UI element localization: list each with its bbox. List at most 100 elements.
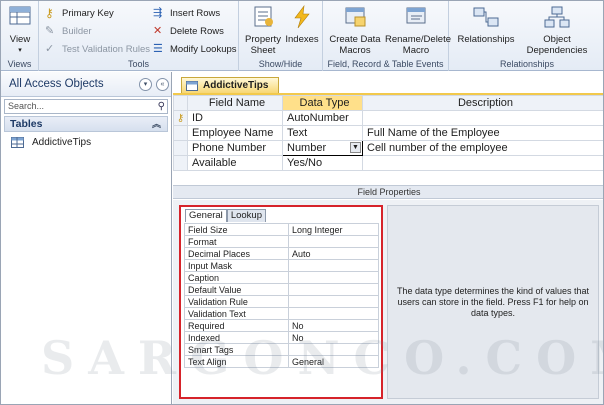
row-selector[interactable] — [173, 140, 188, 156]
description-cell[interactable] — [362, 110, 603, 126]
table-row[interactable]: Employee Name Text Full Name of the Empl… — [173, 125, 603, 141]
table-row[interactable]: Input Mask — [184, 259, 379, 272]
create-data-macros-button[interactable]: Create Data Macros — [327, 5, 383, 56]
modify-lookups-button[interactable]: ☰ Modify Lookups — [153, 41, 237, 57]
view-button[interactable]: View ▾ — [4, 5, 36, 56]
property-value[interactable] — [288, 259, 379, 272]
data-type-cell[interactable]: Yes/No — [282, 155, 363, 171]
tab-general[interactable]: General — [185, 209, 227, 222]
access-window: View ▾ Views ⚷ Primary Key ✎ Builder ✓ Test… — [0, 0, 604, 405]
nav-menu-chevron-icon[interactable]: ▾ — [139, 78, 152, 91]
collapse-section-icon[interactable]: ︽ — [152, 117, 161, 131]
tab-lookup[interactable]: Lookup — [226, 209, 266, 222]
relationships-group-label: Relationships — [499, 59, 555, 69]
property-label: Default Value — [184, 283, 289, 296]
row-selector[interactable] — [173, 125, 188, 141]
relationships-icon — [473, 7, 499, 27]
relationships-button[interactable]: Relationships — [455, 5, 517, 45]
data-type-cell[interactable]: AutoNumber — [282, 110, 363, 126]
select-all-cell[interactable] — [173, 95, 188, 111]
ribbon: View ▾ Views ⚷ Primary Key ✎ Builder ✓ Test… — [1, 1, 603, 71]
rename-delete-macro-button[interactable]: Rename/Delete Macro — [385, 5, 451, 56]
indexes-button[interactable]: Indexes — [285, 4, 319, 45]
property-label: Caption — [184, 271, 289, 284]
property-value[interactable] — [288, 271, 379, 284]
table-row[interactable]: Validation Text — [184, 307, 379, 320]
row-selector[interactable] — [173, 155, 188, 171]
views-group-label: Views — [7, 59, 32, 69]
table-row[interactable]: Validation Rule — [184, 295, 379, 308]
delete-rows-icon: ✕ — [153, 24, 163, 37]
object-dependencies-button[interactable]: Object Dependencies — [523, 5, 591, 56]
nav-title: All Access Objects — [9, 78, 104, 90]
property-value[interactable]: Long Integer — [288, 223, 379, 236]
field-name-cell[interactable]: Phone Number — [187, 140, 283, 156]
property-label: Validation Rule — [184, 295, 289, 308]
field-name-cell[interactable]: Available — [187, 155, 283, 171]
nav-header[interactable]: All Access Objects ▾ « — [1, 72, 171, 97]
table-row[interactable]: Decimal Places Auto — [184, 247, 379, 260]
insert-rows-button[interactable]: ⇶ Insert Rows — [153, 5, 220, 21]
field-grid: Field Name Data Type Description ⚷ ID Au… — [173, 95, 603, 171]
field-properties-title: Field Properties — [173, 185, 603, 199]
table-row[interactable]: ⚷ ID AutoNumber — [173, 110, 603, 126]
column-header-data-type: Data Type — [282, 95, 363, 111]
data-type-cell[interactable]: Text — [282, 125, 363, 141]
field-events-group: Create Data Macros Rename/Delete Macro F… — [323, 1, 451, 71]
table-row[interactable]: Phone Number Number ▼ Cell number of the … — [173, 140, 603, 156]
insert-rows-icon: ⇶ — [153, 6, 163, 19]
lightning-icon — [294, 4, 310, 29]
table-row[interactable]: Default Value — [184, 283, 379, 296]
table-row[interactable]: Caption — [184, 271, 379, 284]
table-row[interactable]: Available Yes/No — [173, 155, 603, 171]
field-events-group-label: Field, Record & Table Events — [327, 59, 444, 69]
property-value[interactable] — [288, 307, 379, 320]
delete-rows-button[interactable]: ✕ Delete Rows — [153, 23, 224, 39]
property-label: Decimal Places — [184, 247, 289, 260]
description-cell[interactable]: Full Name of the Employee — [362, 125, 603, 141]
tab-addictivetips[interactable]: AddictiveTips — [181, 77, 279, 93]
table-icon — [11, 136, 24, 148]
show-hide-group-label: Show/Hide — [258, 59, 303, 69]
table-row[interactable]: Field Size Long Integer — [184, 223, 379, 236]
primary-key-button[interactable]: ⚷ Primary Key — [45, 5, 114, 21]
test-validation-button[interactable]: ✓ Test Validation Rules — [45, 41, 150, 57]
field-properties-tabs: General Lookup — [185, 209, 266, 222]
nav-collapse-icon[interactable]: « — [156, 78, 169, 91]
search-icon[interactable]: ⚲ — [158, 100, 165, 113]
property-label: Format — [184, 235, 289, 248]
column-header-description: Description — [362, 95, 603, 111]
key-icon: ⚷ — [45, 5, 54, 20]
builder-button[interactable]: ✎ Builder — [45, 23, 92, 39]
rename-macro-icon — [406, 7, 426, 24]
property-value[interactable] — [288, 283, 379, 296]
property-value[interactable] — [288, 295, 379, 308]
property-label: Input Mask — [184, 259, 289, 272]
table-row[interactable]: Format — [184, 235, 379, 248]
field-name-cell[interactable]: Employee Name — [187, 125, 283, 141]
dropdown-arrow-icon[interactable]: ▼ — [350, 142, 361, 153]
tools-group: ⚷ Primary Key ✎ Builder ✓ Test Validation R… — [39, 1, 239, 71]
macro-icon — [345, 7, 366, 27]
tables-section-header[interactable]: Tables ︽ — [4, 116, 168, 132]
table-icon — [186, 80, 198, 91]
data-type-dropdown[interactable]: Number ▼ — [282, 140, 363, 156]
search-input[interactable]: Search... ⚲ — [4, 99, 168, 114]
chevron-down-icon: ▾ — [18, 47, 22, 54]
field-name-cell[interactable]: ID — [187, 110, 283, 126]
description-cell[interactable]: Cell number of the employee — [362, 140, 603, 156]
object-dependencies-icon — [544, 6, 570, 28]
property-sheet-icon — [254, 6, 273, 27]
datasheet-view-icon — [9, 6, 31, 25]
property-value[interactable]: No — [288, 319, 379, 332]
nav-item-addictivetips[interactable]: AddictiveTips — [11, 134, 91, 150]
lookup-icon: ☰ — [153, 42, 163, 55]
table-row[interactable]: Required No — [184, 319, 379, 332]
property-value[interactable]: Auto — [288, 247, 379, 260]
column-header-field-name: Field Name — [187, 95, 283, 111]
property-value[interactable] — [288, 235, 379, 248]
property-sheet-button[interactable]: Property Sheet — [243, 5, 283, 56]
property-label: Field Size — [184, 223, 289, 236]
description-cell[interactable] — [362, 155, 603, 171]
wand-icon: ✎ — [45, 24, 55, 37]
